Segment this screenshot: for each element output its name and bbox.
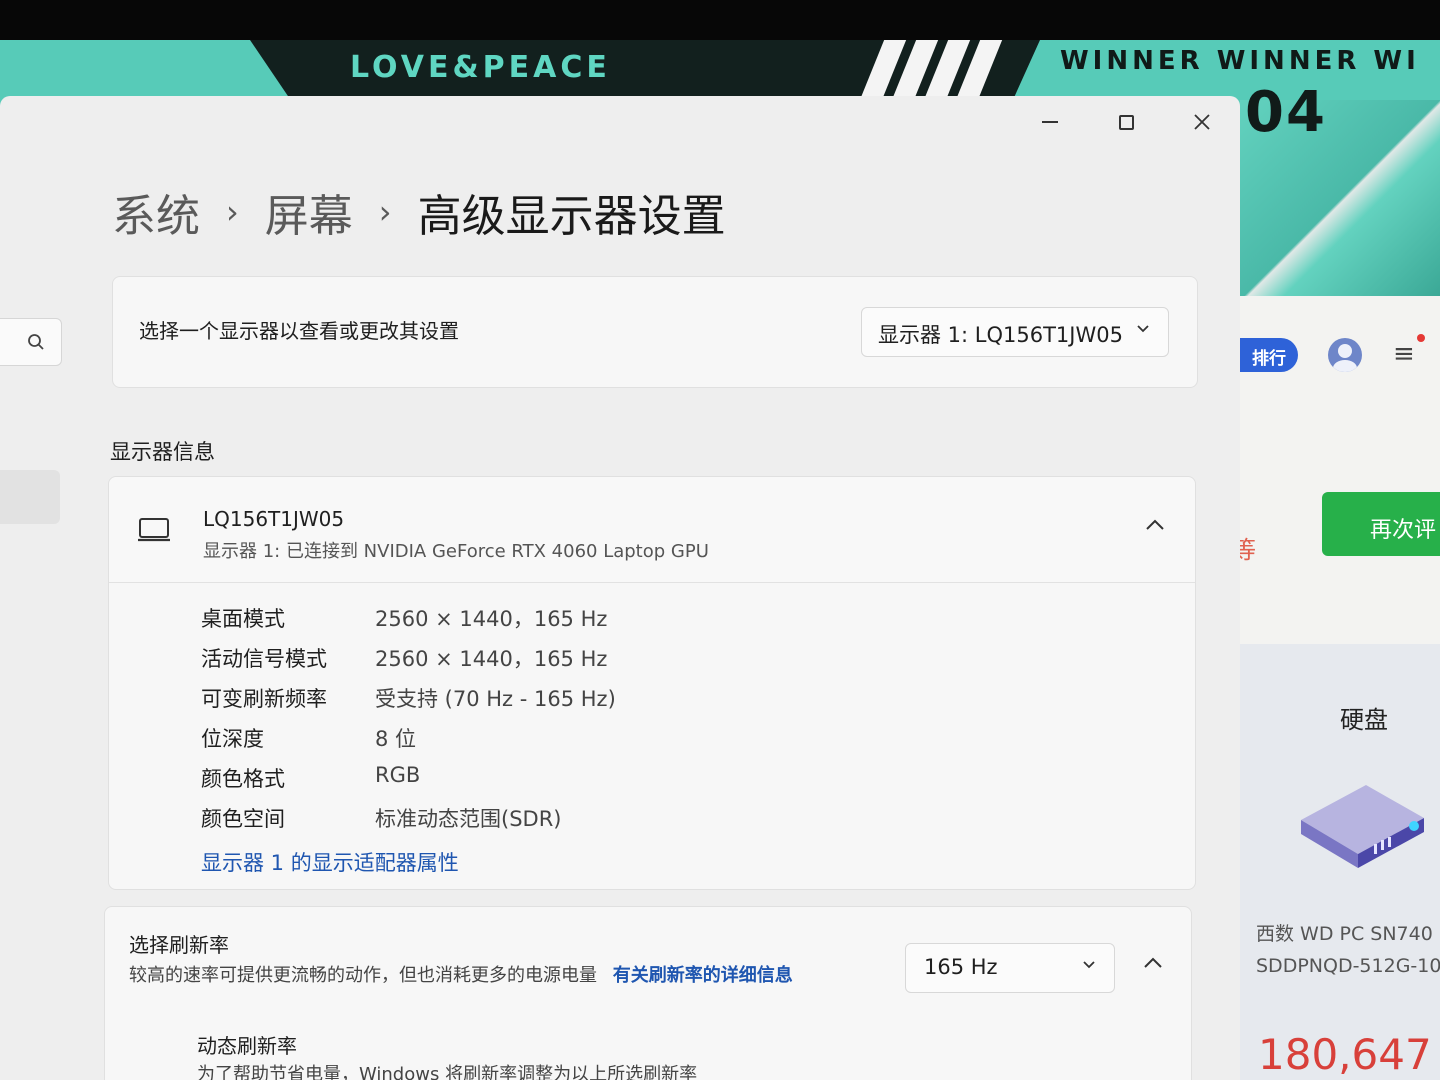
notification-dot-icon bbox=[1417, 334, 1425, 342]
chevron-up-icon[interactable] bbox=[1145, 519, 1165, 531]
breadcrumb: 系统 › 屏幕 › 高级显示器设置 bbox=[112, 184, 726, 242]
settings-window: 系统 › 屏幕 › 高级显示器设置 选择一个显示器以查看或更改其设置 显示器 1… bbox=[0, 96, 1240, 1080]
select-display-label: 选择一个显示器以查看或更改其设置 bbox=[139, 319, 459, 343]
chevron-down-icon bbox=[1137, 325, 1149, 333]
dynamic-refresh-description: 为了帮助节省电量，Windows 将刷新率调整为以上所选刷新率 bbox=[197, 1064, 698, 1080]
refresh-rate-card: 选择刷新率 较高的速率可提供更流畅的动作，但也消耗更多的电源电量 有关刷新率的详… bbox=[104, 906, 1192, 1018]
chevron-up-icon[interactable] bbox=[1143, 957, 1163, 969]
refresh-rate-title: 选择刷新率 bbox=[129, 933, 229, 957]
info-value: 标准动态范围(SDR) bbox=[375, 807, 562, 831]
display-select-dropdown[interactable]: 显示器 1: LQ156T1JW05 bbox=[861, 307, 1169, 357]
refresh-rate-description: 较高的速率可提供更流畅的动作，但也消耗更多的电源电量 有关刷新率的详细信息 bbox=[129, 961, 793, 987]
product-name-line1: 西数 WD PC SN740 bbox=[1256, 923, 1433, 945]
product-category-title: 硬盘 bbox=[1340, 706, 1388, 734]
settings-search-input[interactable] bbox=[0, 318, 62, 366]
display-info-section-title: 显示器信息 bbox=[110, 440, 215, 464]
maximize-icon bbox=[1118, 114, 1134, 130]
info-key: 活动信号模式 bbox=[201, 647, 327, 671]
info-key: 位深度 bbox=[201, 727, 264, 751]
refresh-rate-info-link[interactable]: 有关刷新率的详细信息 bbox=[613, 965, 793, 986]
select-display-card: 选择一个显示器以查看或更改其设置 显示器 1: LQ156T1JW05 bbox=[112, 276, 1198, 388]
chevron-right-icon: › bbox=[378, 193, 392, 231]
breadcrumb-system[interactable]: 系统 bbox=[112, 180, 200, 244]
chevron-down-icon bbox=[1083, 961, 1095, 969]
refresh-rate-value: 165 Hz bbox=[924, 955, 998, 979]
info-key: 颜色空间 bbox=[201, 807, 285, 831]
laptop-monitor-icon bbox=[138, 518, 170, 542]
info-key: 颜色格式 bbox=[201, 767, 285, 791]
maximize-button[interactable] bbox=[1096, 102, 1156, 142]
product-price: 180,647 bbox=[1258, 1030, 1432, 1079]
display-name: LQ156T1JW05 bbox=[203, 507, 345, 531]
hamburger-menu-icon[interactable]: ≡ bbox=[1393, 341, 1417, 367]
product-name-line2: SDDPNQD-512G-10 bbox=[1256, 955, 1440, 977]
minimize-icon bbox=[1042, 121, 1058, 123]
ssd-drive-icon bbox=[1301, 785, 1424, 868]
chevron-right-icon: › bbox=[226, 193, 239, 231]
info-value: 2560 × 1440，165 Hz bbox=[375, 647, 608, 671]
info-key: 桌面模式 bbox=[201, 607, 285, 631]
display-adapter-properties-link[interactable]: 显示器 1 的显示适配器属性 bbox=[201, 847, 459, 877]
wallpaper-left-text: LOVE&PEACE bbox=[350, 50, 611, 85]
review-again-button[interactable]: 再次评 bbox=[1322, 492, 1440, 556]
breadcrumb-display[interactable]: 屏幕 bbox=[265, 180, 353, 244]
product-name[interactable]: 西数 WD PC SN740 SDDPNQD-512G-10 bbox=[1256, 918, 1440, 982]
display-info-header[interactable]: LQ156T1JW05 显示器 1: 已连接到 NVIDIA GeForce R… bbox=[109, 477, 1195, 583]
refresh-rate-description-text: 较高的速率可提供更流畅的动作，但也消耗更多的电源电量 bbox=[129, 965, 597, 986]
refresh-rate-dropdown[interactable]: 165 Hz bbox=[905, 943, 1115, 993]
display-connection: 显示器 1: 已连接到 NVIDIA GeForce RTX 4060 Lapt… bbox=[203, 541, 709, 562]
close-icon bbox=[1194, 114, 1210, 130]
dynamic-refresh-card: 动态刷新率 为了帮助节省电量，Windows 将刷新率调整为以上所选刷新率 bbox=[104, 1004, 1192, 1080]
display-info-card: LQ156T1JW05 显示器 1: 已连接到 NVIDIA GeForce R… bbox=[108, 476, 1196, 890]
dynamic-refresh-title: 动态刷新率 bbox=[197, 1034, 297, 1058]
info-value: 8 位 bbox=[375, 727, 417, 751]
info-value: RGB bbox=[375, 763, 421, 787]
wallpaper-big-number: 04 bbox=[1245, 80, 1327, 145]
info-key: 可变刷新频率 bbox=[201, 687, 327, 711]
display-select-value: 显示器 1: LQ156T1JW05 bbox=[878, 323, 1123, 347]
search-icon bbox=[28, 334, 44, 350]
info-value: 受支持 (70 Hz - 165 Hz) bbox=[375, 687, 616, 711]
minimize-button[interactable] bbox=[1020, 102, 1080, 142]
info-value: 2560 × 1440，165 Hz bbox=[375, 607, 608, 631]
wallpaper-right-text: WINNER WINNER WI bbox=[1060, 46, 1420, 76]
close-button[interactable] bbox=[1172, 102, 1232, 142]
user-avatar-icon[interactable] bbox=[1328, 338, 1362, 372]
sidebar-item-selected[interactable] bbox=[0, 470, 60, 524]
page-title: 高级显示器设置 bbox=[417, 191, 726, 242]
